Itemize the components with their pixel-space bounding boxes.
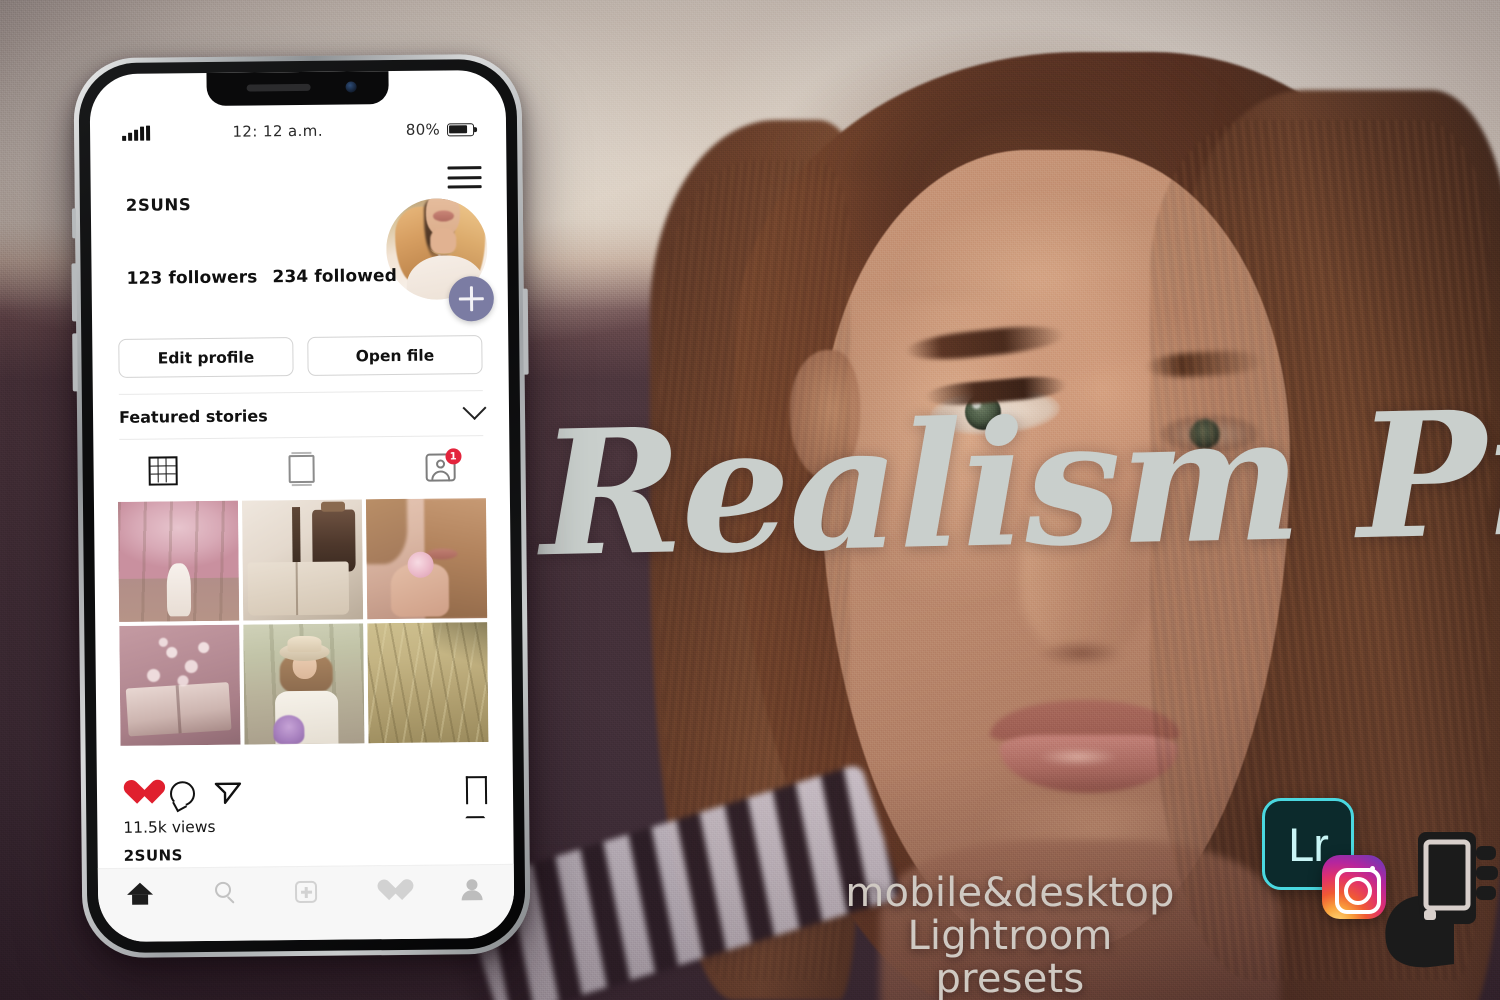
post-views: 11.5k views — [123, 817, 216, 837]
hand-holding-phone-icon — [1385, 832, 1498, 968]
heart-icon — [377, 880, 401, 902]
tagged-person-icon: 1 — [425, 448, 462, 482]
photo-golden-grass[interactable] — [367, 622, 489, 744]
profile-username: 2SUNS — [125, 195, 192, 215]
phone-screen: 12: 12 a.m. 80% 2SUNS 123 followers 234 … — [89, 69, 515, 943]
open-file-button[interactable]: Open file — [307, 335, 483, 376]
hamburger-bar-2 — [447, 175, 482, 179]
search-icon — [214, 881, 231, 898]
nav-activity[interactable] — [348, 880, 431, 903]
photo-rose-lips[interactable] — [365, 498, 488, 620]
plus-circle-icon[interactable] — [448, 275, 495, 322]
signal-bars-icon — [122, 125, 150, 141]
battery-icon — [446, 122, 475, 136]
hamburger-bar-1 — [447, 166, 482, 170]
card-stack-icon — [288, 454, 315, 484]
home-icon — [126, 882, 153, 895]
heart-filled-icon[interactable] — [123, 781, 151, 807]
phone-silent-switch[interactable] — [71, 208, 77, 239]
tab-reels[interactable] — [232, 441, 371, 496]
app-badges: Lr — [1250, 790, 1500, 980]
phone-notch — [206, 71, 389, 106]
nav-add[interactable] — [264, 880, 347, 904]
comment-bubble-icon[interactable] — [169, 780, 196, 806]
phone-volume-down-button[interactable] — [72, 333, 78, 392]
status-battery-group: 80% — [405, 120, 475, 139]
battery-percent: 80% — [405, 120, 441, 139]
featured-stories-row[interactable]: Featured stories — [118, 390, 487, 440]
phone-power-button[interactable] — [522, 288, 529, 375]
followed-count: 234 followed — [272, 265, 398, 288]
phone-volume-up-button[interactable] — [71, 263, 78, 322]
photo-blossom-path[interactable] — [117, 500, 240, 622]
bottom-navigation-bar — [97, 863, 515, 943]
photo-book-blossoms[interactable] — [119, 624, 241, 746]
featured-stories-label: Featured stories — [118, 405, 268, 427]
subtitle-line-1: mobile&desktop — [845, 870, 1175, 916]
poster-subtitle: mobile&desktop Lightroom presets — [830, 870, 1190, 1000]
tab-notification-badge: 1 — [445, 448, 462, 465]
earpiece-speaker — [246, 83, 311, 92]
plus-square-icon — [294, 880, 318, 904]
nav-profile[interactable] — [431, 879, 514, 902]
phone-bezel: 12: 12 a.m. 80% 2SUNS 123 followers 234 … — [78, 58, 526, 954]
person-icon — [461, 879, 483, 901]
nav-home[interactable] — [98, 882, 181, 895]
paper-plane-icon[interactable] — [214, 780, 242, 806]
status-bar: 12: 12 a.m. 80% — [90, 116, 506, 146]
edit-profile-button[interactable]: Edit profile — [118, 337, 294, 378]
tab-tagged[interactable]: 1 — [371, 440, 510, 495]
post-action-row — [123, 770, 488, 814]
profile-tabs: 1 — [93, 440, 510, 498]
hamburger-menu-icon[interactable] — [447, 166, 482, 189]
photo-book-and-jar[interactable] — [241, 499, 364, 621]
subtitle-line-2: Lightroom presets — [907, 913, 1113, 1000]
bookmark-icon[interactable] — [465, 776, 488, 805]
profile-stats: 123 followers 234 followed — [127, 266, 407, 289]
front-camera-icon — [345, 81, 357, 93]
status-time: 12: 12 a.m. — [232, 121, 324, 141]
photo-grid — [117, 498, 489, 746]
hamburger-bar-3 — [447, 185, 482, 189]
tab-grid[interactable] — [93, 443, 232, 498]
profile-action-buttons: Edit profile Open file — [118, 335, 483, 378]
nav-search[interactable] — [181, 881, 264, 898]
tagged-head — [435, 459, 445, 469]
photo-hat-bouquet[interactable] — [243, 623, 365, 745]
followers-count: 123 followers — [126, 267, 258, 289]
post-username: 2SUNS — [123, 846, 184, 865]
tagged-body — [430, 470, 450, 482]
grid-icon — [148, 455, 178, 486]
phone-mockup: 12: 12 a.m. 80% 2SUNS 123 followers 234 … — [71, 53, 531, 959]
